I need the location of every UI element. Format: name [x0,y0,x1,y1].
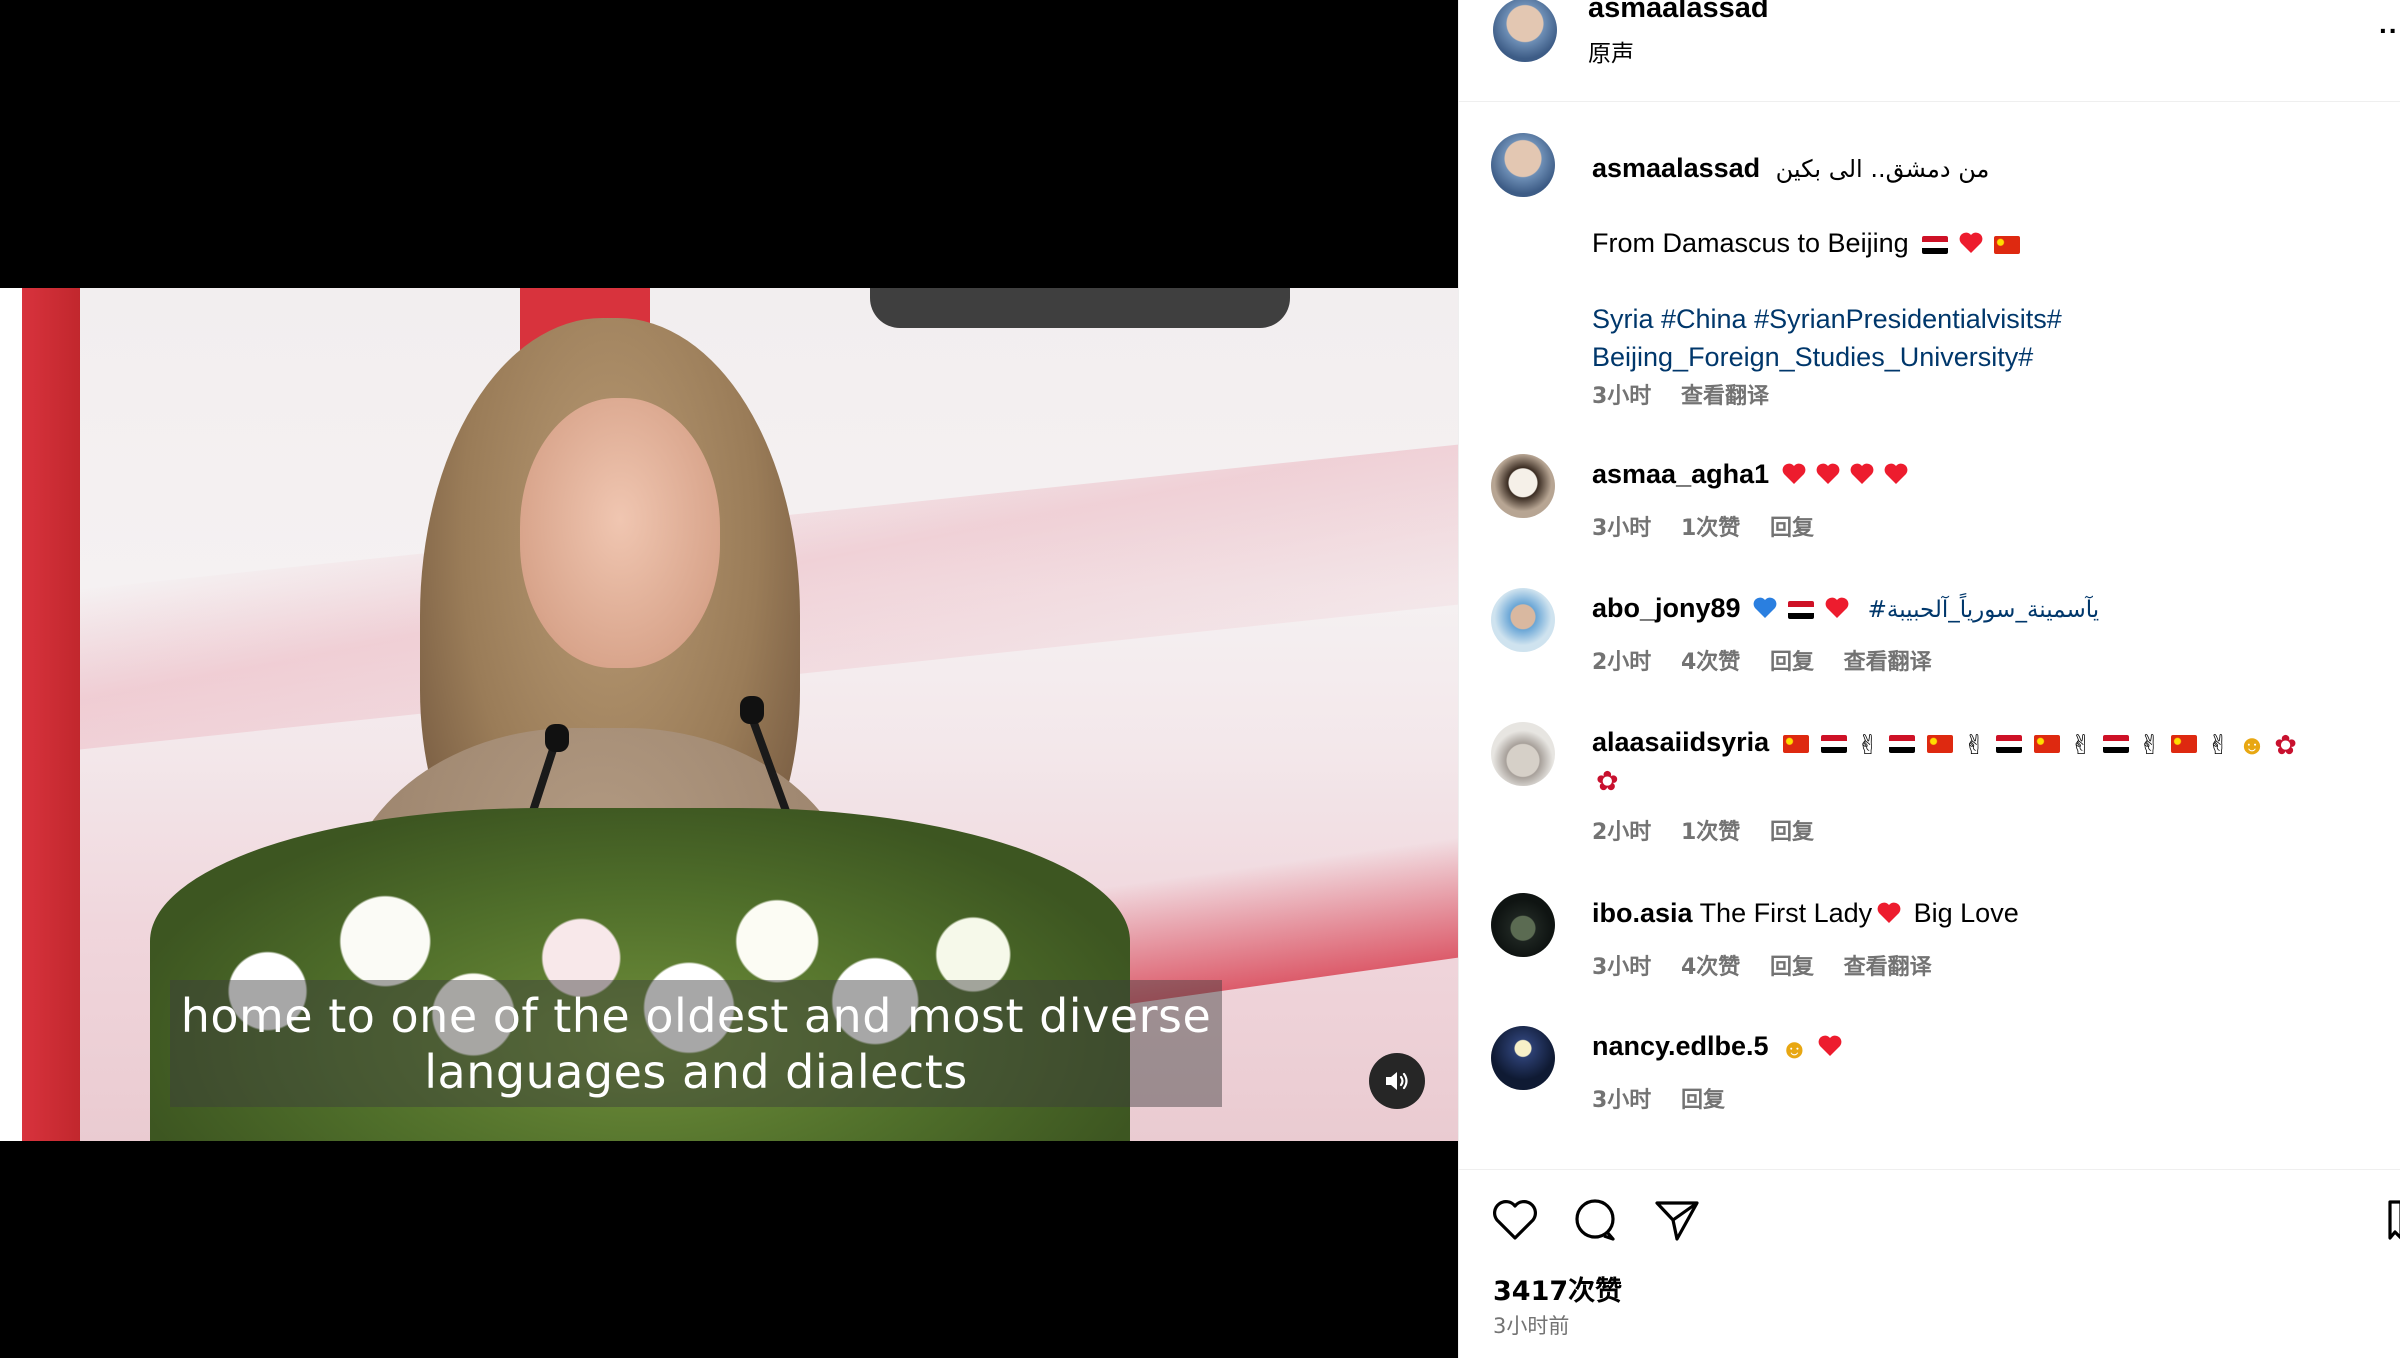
avatar[interactable] [1491,588,1555,652]
heart-emoji-icon [1959,232,1983,253]
china-flag-icon [2033,735,2060,753]
rose-emoji-icon: ✿ [1596,766,1619,796]
see-translation-link[interactable]: 查看翻译 [1844,650,1932,675]
heart-emoji-icon [1884,463,1908,484]
heart-emoji-icon [1782,463,1806,484]
blue-heart-emoji-icon [1753,597,1777,618]
mute-button[interactable] [1369,1053,1425,1109]
post-panel: asmaalassad 原声 ... asmaalassad من دمشق..… [1458,0,2400,1358]
victory-hand-icon: ✌ [1963,730,1986,760]
comment-likes[interactable]: 4次赞 [1681,955,1740,980]
reply-button[interactable]: 回复 [1770,955,1814,980]
avatar[interactable] [1491,454,1555,518]
comment-time[interactable]: 3小时 [1592,955,1651,980]
china-flag-icon [2171,735,2198,753]
heart-emoji-icon [1877,902,1901,923]
backdrop-banner-text [870,288,1290,328]
caption-time[interactable]: 3小时 [1592,384,1651,409]
speaker-icon [1386,1072,1408,1090]
subtitle-line-2: languages and dialects [424,1045,968,1099]
original-audio-label[interactable]: 原声 [1588,34,1634,68]
comment-username[interactable]: abo_jony89 [1592,593,1741,623]
post-header: asmaalassad 原声 ... [1459,0,2400,102]
video-player[interactable]: home to one of the oldest and most diver… [0,0,1458,1358]
china-flag-icon [1782,735,1809,753]
bookmark-icon[interactable] [2387,1198,2400,1242]
comment-username[interactable]: alaasaiidsyria [1592,727,1769,757]
comment-time[interactable]: 2小时 [1592,820,1651,845]
china-flag-icon [1927,735,1954,753]
comment-text: The First Lady [1699,898,1873,928]
comments-list[interactable]: asmaalassad من دمشق.. الى بكين From Dama… [1459,101,2400,1169]
like-heart-icon[interactable] [1491,1198,1539,1242]
comment-username[interactable]: asmaa_agha1 [1592,459,1769,489]
heart-emoji-icon [1825,597,1849,618]
syria-flag-icon [2102,735,2129,753]
post-actions: 3417次赞 3小时前 [1459,1169,2400,1359]
comment-likes[interactable]: 4次赞 [1681,650,1740,675]
avatar[interactable] [1491,1026,1555,1090]
heart-eyes-emoji-icon: ☻ [2237,730,2267,760]
heart-emoji-icon [1850,463,1874,484]
see-translation-link[interactable]: 查看翻译 [1681,384,1769,409]
heart-emoji-icon [1818,1035,1841,1056]
syria-flag-icon [1995,735,2022,753]
share-send-icon[interactable] [1653,1198,1701,1242]
comment-time[interactable]: 2小时 [1592,650,1651,675]
reply-button[interactable]: 回复 [1770,516,1814,541]
comment-time[interactable]: 3小时 [1592,1088,1651,1113]
heart-eyes-emoji-icon: ☻ [1780,1034,1809,1064]
reply-button[interactable]: 回复 [1770,650,1814,675]
victory-hand-icon: ✌ [1856,730,1880,760]
caption-hashtags-1[interactable]: Syria #China #SyrianPresidentialvisits# [1592,301,2062,337]
avatar[interactable] [1491,722,1555,786]
comment-bubble-icon[interactable] [1571,1198,1619,1242]
video-frame[interactable]: home to one of the oldest and most diver… [0,288,1458,1141]
caption-english-text: From Damascus to Beijing [1592,228,1909,258]
likes-count[interactable]: 3417次赞 [1493,1269,1622,1308]
comment-hashtag[interactable]: #يآسمينة_سورياً_آلحبيبة [1868,597,2100,623]
syria-flag-icon [1889,735,1916,753]
victory-hand-icon: ✌ [2138,730,2162,760]
avatar[interactable] [1491,893,1555,957]
caption-arabic-text: من دمشق.. الى بكين [1775,155,1990,183]
comment-time[interactable]: 3小时 [1592,516,1651,541]
subtitle-line-1: home to one of the oldest and most diver… [180,989,1212,1043]
reply-button[interactable]: 回复 [1681,1088,1725,1113]
comment-likes[interactable]: 1次赞 [1681,820,1740,845]
heart-emoji-icon [1816,463,1840,484]
avatar[interactable] [1491,133,1555,197]
avatar[interactable] [1493,0,1557,62]
header-username[interactable]: asmaalassad [1588,0,1769,25]
post-timestamp[interactable]: 3小时前 [1493,1310,1569,1340]
see-translation-link[interactable]: 查看翻译 [1844,955,1932,980]
more-options-icon[interactable]: ... [2379,8,2400,40]
flag-left [0,288,80,1141]
reply-button[interactable]: 回复 [1770,820,1814,845]
china-flag-icon [1994,236,2021,254]
caption-username[interactable]: asmaalassad [1592,153,1760,183]
comment-username[interactable]: nancy.edlbe.5 [1592,1031,1769,1061]
comment-username[interactable]: ibo.asia [1592,898,1693,928]
caption-hashtags-2[interactable]: Beijing_Foreign_Studies_University# [1592,339,2033,375]
victory-hand-icon: ✌ [2069,730,2093,760]
comment-text: Big Love [1913,898,2019,928]
syria-flag-icon [1788,601,1815,619]
victory-hand-icon: ✌ [2207,730,2230,760]
video-subtitle: home to one of the oldest and most diver… [170,980,1222,1107]
syria-flag-icon [1820,735,1847,753]
rose-emoji-icon: ✿ [2274,730,2297,760]
syria-flag-icon [1922,236,1949,254]
comment-likes[interactable]: 1次赞 [1681,516,1740,541]
